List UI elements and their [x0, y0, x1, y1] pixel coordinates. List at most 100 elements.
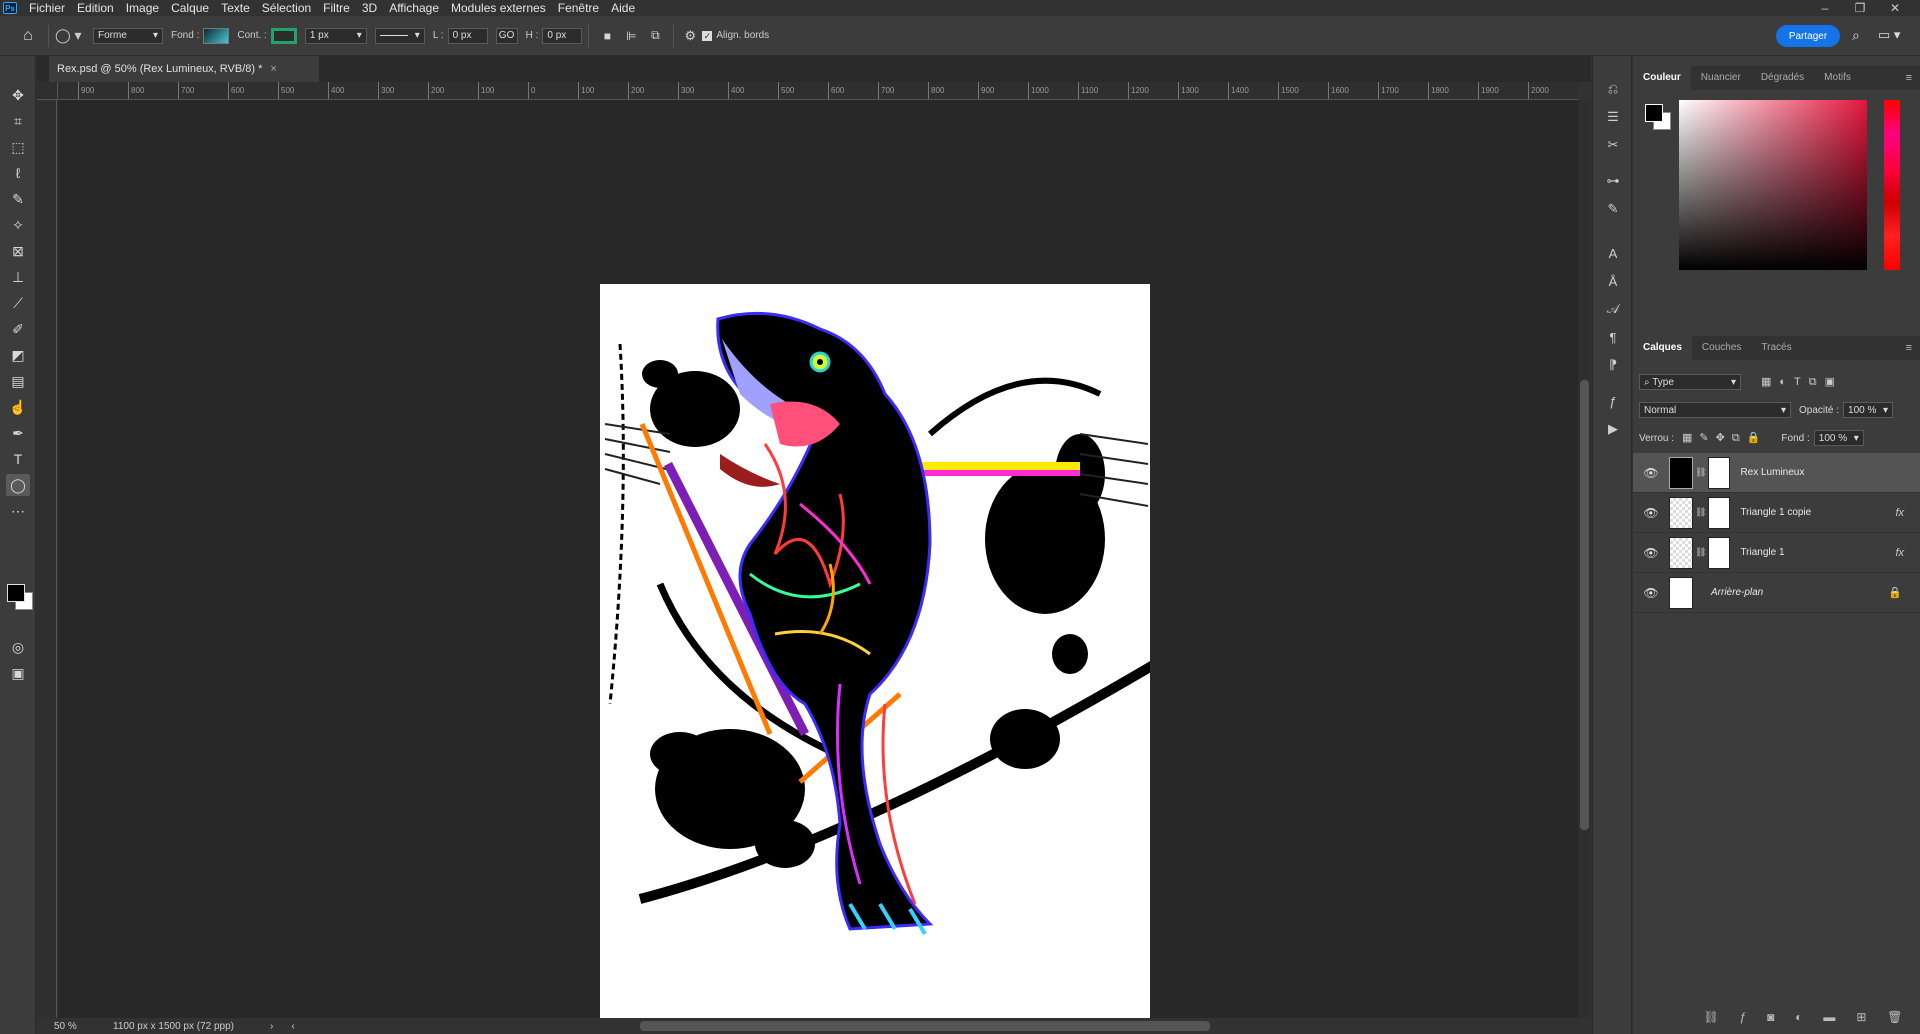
- smudge-tool-icon[interactable]: ☝: [6, 396, 30, 418]
- hue-slider[interactable]: [1884, 100, 1900, 270]
- opacity-field[interactable]: 100 % ▾: [1843, 402, 1894, 418]
- path-arrangement-icon[interactable]: ⧉: [643, 28, 667, 43]
- new-layer-icon[interactable]: ⊞: [1856, 1010, 1866, 1024]
- screen-mode-icon[interactable]: ▣: [6, 662, 30, 684]
- layer-row-arriere-plan[interactable]: 👁 Arrière-plan 🔒: [1633, 573, 1920, 613]
- actions-play-icon[interactable]: ▶: [1601, 418, 1625, 440]
- quick-mask-icon[interactable]: ◎: [6, 636, 30, 658]
- home-icon[interactable]: ⌂: [14, 27, 42, 45]
- add-style-icon[interactable]: ƒ: [1740, 1010, 1747, 1024]
- layer-filter-icons[interactable]: ▦◐T⧉▣: [1761, 375, 1843, 389]
- link-layers-icon[interactable]: ⛓: [1703, 1010, 1718, 1024]
- align-edges-checkbox[interactable]: ✓: [702, 30, 713, 41]
- close-button[interactable]: ✕: [1880, 0, 1910, 16]
- restore-button[interactable]: ❐: [1845, 0, 1875, 16]
- menu-3d[interactable]: 3D: [356, 0, 383, 16]
- layer-mask-thumbnail[interactable]: [1708, 456, 1731, 489]
- menu-aide[interactable]: Aide: [605, 0, 641, 16]
- lasso-tool-icon[interactable]: ℓ: [6, 162, 30, 184]
- layer-filter-select[interactable]: ⌕ Type ▾: [1639, 374, 1741, 390]
- menu-image[interactable]: Image: [120, 0, 165, 16]
- visibility-eye-icon[interactable]: 👁: [1641, 506, 1661, 520]
- tab-couches[interactable]: Couches: [1692, 336, 1751, 360]
- visibility-eye-icon[interactable]: 👁: [1641, 546, 1661, 560]
- stroke-swatch[interactable]: [270, 27, 297, 44]
- stroke-width-field[interactable]: 1 px ▾: [304, 27, 367, 44]
- brush-tool-icon[interactable]: ✐: [6, 318, 30, 340]
- layer-row-rex-lumineux[interactable]: 👁 ⛓ Rex Lumineux: [1633, 453, 1920, 493]
- menu-edition[interactable]: Edition: [71, 0, 120, 16]
- layer-row-triangle-1[interactable]: 👁 ⛓ Triangle 1 fx: [1633, 533, 1920, 573]
- color-field[interactable]: [1679, 100, 1867, 270]
- brushes-icon[interactable]: ✎: [1601, 198, 1625, 220]
- frame-tool-icon[interactable]: ⊠: [6, 240, 30, 262]
- blend-mode-select[interactable]: Normal ▾: [1639, 402, 1791, 418]
- document-canvas[interactable]: [600, 284, 1150, 1032]
- quick-selection-tool-icon[interactable]: ✎: [6, 188, 30, 210]
- layer-effects-icon[interactable]: fx: [1895, 547, 1904, 559]
- width-field[interactable]: 0 px: [447, 27, 488, 44]
- horizontal-scroll-thumb[interactable]: [640, 1021, 1210, 1031]
- ellipse-tool-icon[interactable]: ◯: [6, 474, 30, 496]
- vertical-scrollbar[interactable]: [1578, 100, 1591, 1018]
- trash-icon[interactable]: 🗑: [1887, 1010, 1902, 1024]
- glyphs-icon[interactable]: 𝒜: [1601, 298, 1625, 320]
- fill-swatch[interactable]: [203, 27, 230, 44]
- tab-degrades[interactable]: Dégradés: [1751, 66, 1814, 90]
- tab-nuancier[interactable]: Nuancier: [1691, 66, 1751, 90]
- ellipse-tool-preset-icon[interactable]: ◯ ▾: [55, 27, 85, 44]
- history-icon[interactable]: ⎌: [1601, 78, 1625, 100]
- move-tool-icon[interactable]: ✥: [6, 84, 30, 106]
- menu-fenetre[interactable]: Fenêtre: [552, 0, 605, 16]
- layer-effects-icon[interactable]: fx: [1895, 507, 1904, 519]
- fx-styles-icon[interactable]: ƒ: [1601, 390, 1625, 412]
- gear-icon[interactable]: ⚙: [680, 28, 700, 44]
- link-icon[interactable]: ⛓: [1695, 467, 1706, 478]
- close-tab-icon[interactable]: ×: [270, 63, 276, 75]
- ruler-origin[interactable]: [37, 82, 58, 100]
- pen-tool-icon[interactable]: ✒: [6, 422, 30, 444]
- canvas-area[interactable]: [58, 100, 1578, 1032]
- link-icon[interactable]: ⛓: [1695, 507, 1706, 518]
- zoom-level[interactable]: 50 %: [54, 1021, 104, 1032]
- shape-mode-select[interactable]: Forme ▾: [93, 27, 163, 44]
- vertical-scroll-thumb[interactable]: [1580, 380, 1589, 830]
- tab-traces[interactable]: Tracés: [1751, 336, 1801, 360]
- visibility-eye-icon[interactable]: 👁: [1641, 586, 1661, 600]
- height-field[interactable]: 0 px: [542, 27, 583, 44]
- share-button[interactable]: Partager: [1776, 25, 1840, 47]
- workspace-icon[interactable]: ▭ ▾: [1878, 27, 1900, 43]
- type-tool-icon[interactable]: T: [6, 448, 30, 470]
- panel-menu-icon[interactable]: ≡: [1906, 336, 1912, 360]
- chevron-right-icon[interactable]: ›: [270, 1021, 273, 1032]
- menu-selection[interactable]: Sélection: [256, 0, 317, 16]
- more-tools-icon[interactable]: ⋯: [6, 500, 30, 522]
- tab-motifs[interactable]: Motifs: [1814, 66, 1861, 90]
- menu-calque[interactable]: Calque: [165, 0, 215, 16]
- layer-mask-thumbnail[interactable]: [1708, 496, 1731, 529]
- stamp-tool-icon[interactable]: ⊥: [6, 266, 30, 288]
- path-operations-icon[interactable]: ■: [595, 29, 619, 43]
- magic-wand-tool-icon[interactable]: ✧: [6, 214, 30, 236]
- marquee-tool-icon[interactable]: ⬚: [6, 136, 30, 158]
- menu-modules-externes[interactable]: Modules externes: [445, 0, 552, 16]
- document-tab[interactable]: Rex.psd @ 50% (Rex Lumineux, RVB/8) * ×: [49, 56, 319, 82]
- eyedropper-tool-icon[interactable]: ⟋: [6, 292, 30, 314]
- tab-calques[interactable]: Calques: [1633, 336, 1692, 360]
- adjustment-layer-icon[interactable]: ◐: [1795, 1010, 1802, 1024]
- foreground-color-swatch[interactable]: [7, 584, 25, 602]
- layer-row-triangle-1-copie[interactable]: 👁 ⛓ Triangle 1 copie fx: [1633, 493, 1920, 533]
- path-alignment-icon[interactable]: ⊫: [619, 29, 643, 43]
- link-dimensions-button[interactable]: GO: [495, 27, 518, 44]
- tool-presets-icon[interactable]: ✂: [1601, 134, 1625, 156]
- eraser-tool-icon[interactable]: ◩: [6, 344, 30, 366]
- menu-texte[interactable]: Texte: [215, 0, 256, 16]
- add-mask-icon[interactable]: ◙: [1767, 1010, 1774, 1024]
- color-panel-fg-swatch[interactable]: [1645, 104, 1663, 122]
- vertical-ruler[interactable]: [37, 100, 57, 1018]
- paragraph-icon[interactable]: ¶: [1601, 326, 1625, 348]
- new-group-icon[interactable]: ▬: [1823, 1010, 1835, 1024]
- stroke-style-select[interactable]: ▾: [374, 27, 425, 44]
- character-icon[interactable]: A: [1601, 242, 1625, 264]
- menu-fichier[interactable]: Fichier: [23, 0, 71, 16]
